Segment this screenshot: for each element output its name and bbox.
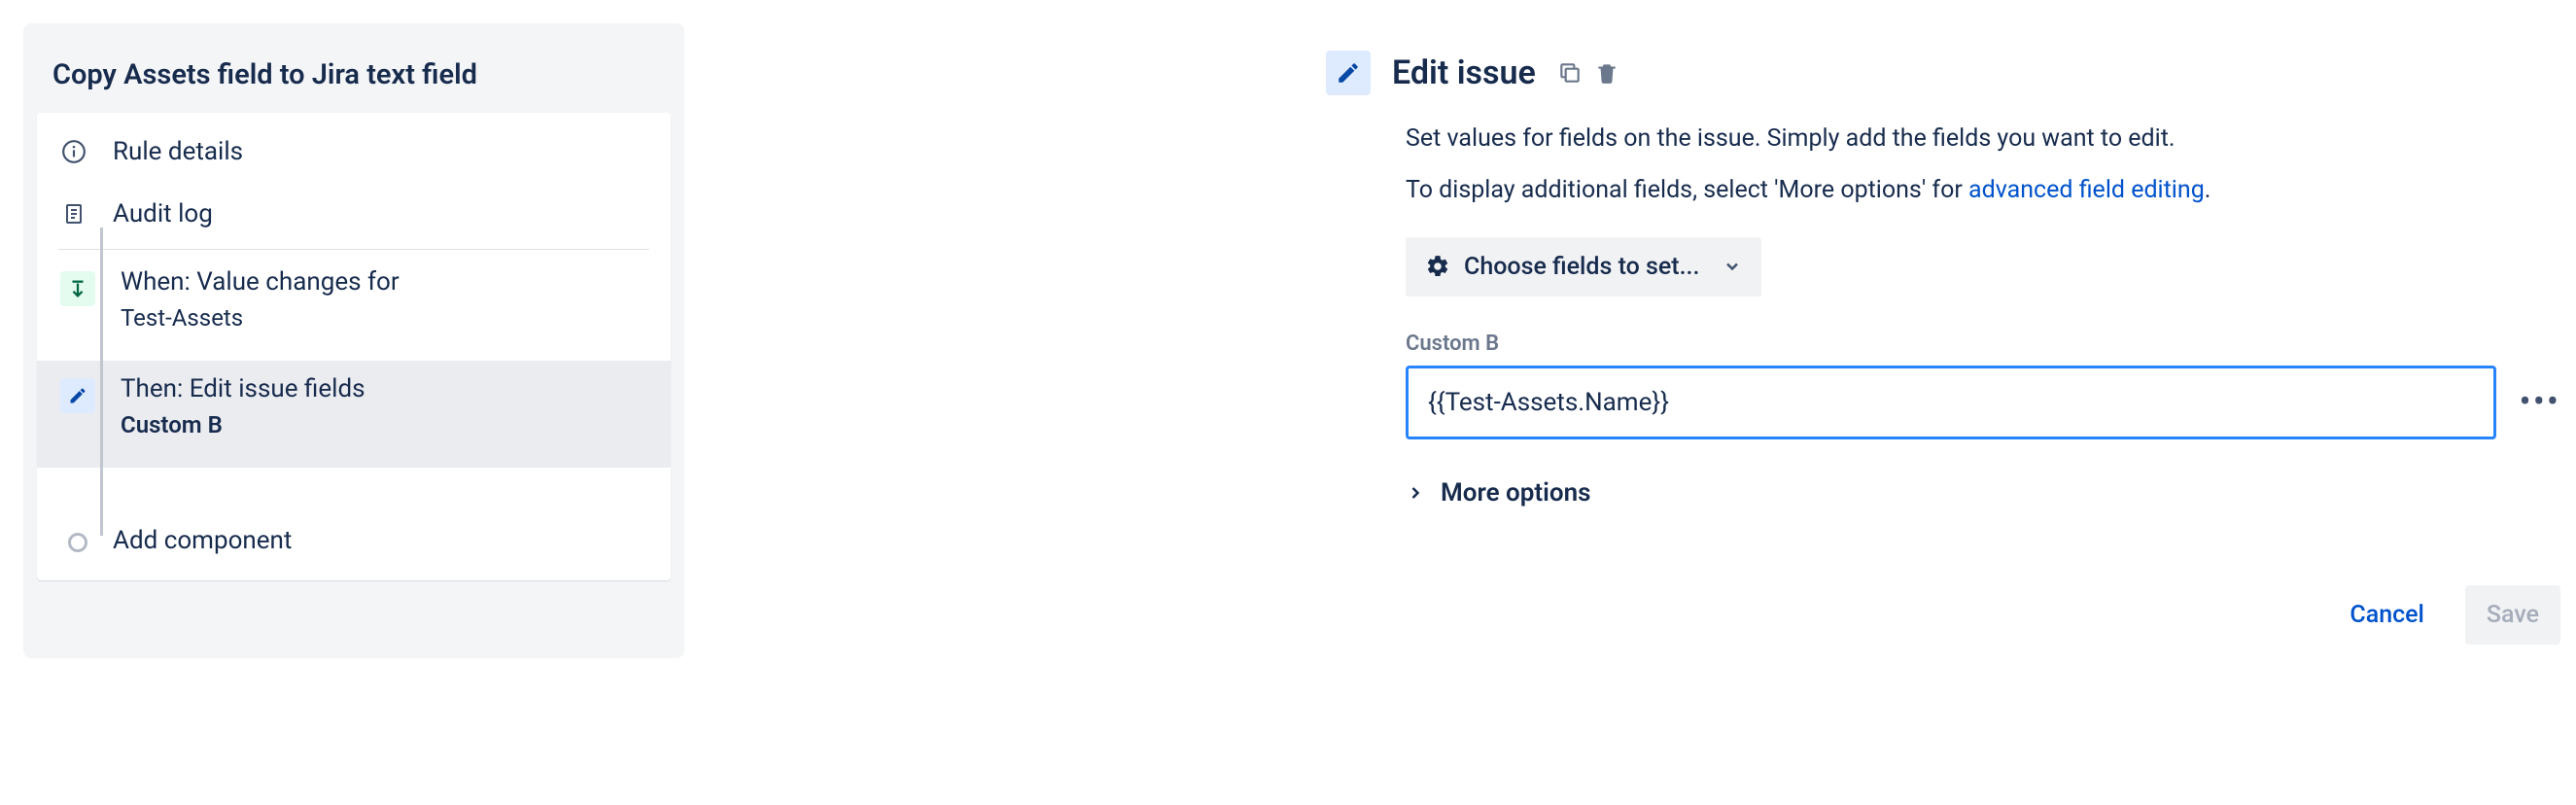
detail-header: Edit issue — [1326, 51, 2560, 95]
footer-actions: Cancel Save — [1406, 585, 2560, 645]
desc-line-2a: To display additional fields, select 'Mo… — [1406, 176, 1968, 204]
delete-icon[interactable] — [1594, 60, 1619, 86]
field-label: Custom B — [1406, 332, 2560, 356]
action-title: Then: Edit issue fields — [121, 374, 366, 403]
trigger-title: When: Value changes for — [121, 267, 400, 297]
add-component-label: Add component — [113, 526, 292, 555]
trigger-icon — [60, 271, 95, 306]
action-icon — [60, 378, 95, 413]
audit-log-label: Audit log — [113, 199, 213, 228]
more-options-label: More options — [1441, 478, 1590, 508]
detail-title: Edit issue — [1392, 53, 1536, 92]
rule-sidebar: Copy Assets field to Jira text field Rul… — [23, 23, 684, 658]
advanced-field-editing-link[interactable]: advanced field editing — [1968, 176, 2205, 204]
add-component-row[interactable]: Add component — [37, 468, 671, 573]
choose-fields-button[interactable]: Choose fields to set... — [1406, 237, 1761, 297]
detail-pane: Edit issue Set values for fields on the … — [1326, 23, 2560, 645]
cancel-button[interactable]: Cancel — [2328, 585, 2446, 645]
gear-icon — [1425, 254, 1450, 279]
rule-title: Copy Assets field to Jira text field — [23, 47, 684, 113]
custom-field-block: Custom B ••• — [1406, 332, 2560, 439]
audit-log-row[interactable]: Audit log — [37, 183, 671, 245]
divider — [58, 249, 649, 250]
edit-issue-icon — [1326, 51, 1371, 95]
rule-action-step[interactable]: Then: Edit issue fields Custom B — [37, 361, 671, 468]
copy-icon[interactable] — [1557, 60, 1583, 86]
desc-line-2b: . — [2205, 176, 2211, 204]
choose-fields-label: Choose fields to set... — [1464, 253, 1699, 281]
step-connector-line — [100, 228, 103, 536]
detail-description: Set values for fields on the issue. Simp… — [1326, 121, 2560, 210]
rule-details-row[interactable]: Rule details — [37, 121, 671, 183]
field-more-actions-icon[interactable]: ••• — [2520, 395, 2560, 408]
rule-details-label: Rule details — [113, 137, 243, 166]
rule-trigger-step[interactable]: When: Value changes for Test-Assets — [37, 254, 671, 361]
trigger-subtitle: Test-Assets — [121, 304, 400, 332]
log-icon — [60, 201, 87, 227]
info-icon — [60, 139, 87, 164]
chevron-right-icon — [1406, 483, 1425, 503]
save-button[interactable]: Save — [2465, 585, 2560, 645]
desc-line-1: Set values for fields on the issue. Simp… — [1406, 121, 2560, 158]
rule-card: Rule details Audit log When: Value chang… — [37, 113, 671, 580]
custom-b-input[interactable] — [1406, 366, 2496, 439]
action-subtitle: Custom B — [121, 411, 366, 438]
chevron-down-icon — [1723, 257, 1742, 276]
more-options-toggle[interactable]: More options — [1406, 478, 2560, 508]
add-node-icon — [68, 533, 87, 552]
